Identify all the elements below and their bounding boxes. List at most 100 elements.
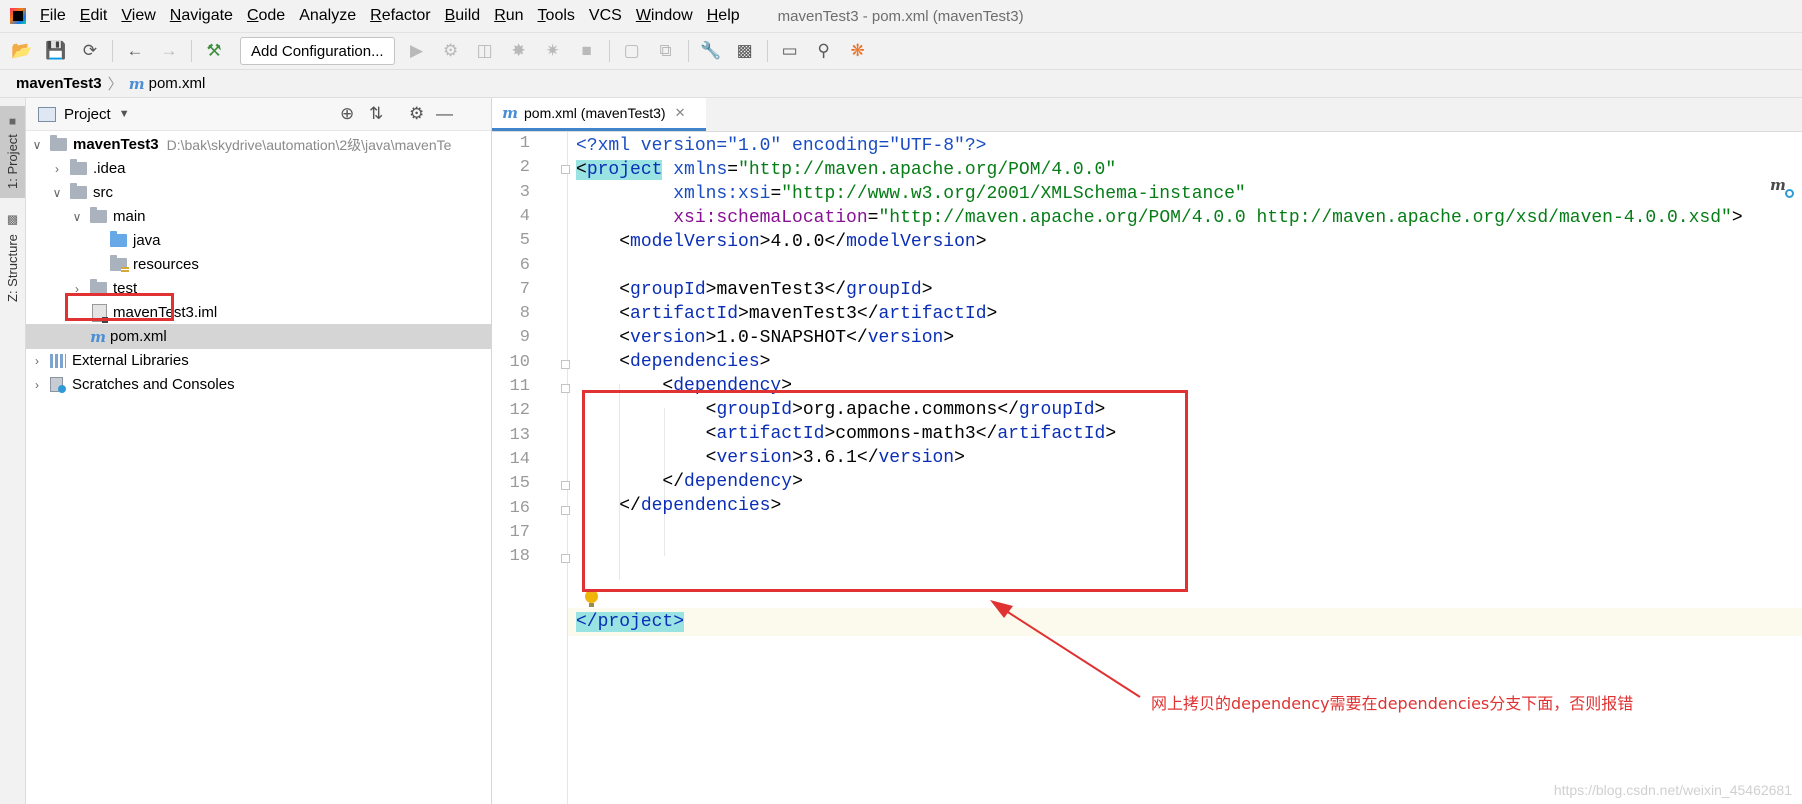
- tag-name: version: [878, 448, 955, 468]
- menu-item-code[interactable]: Code: [247, 7, 285, 25]
- collapse-all-icon[interactable]: ⇅: [369, 104, 383, 124]
- menu-item-run[interactable]: Run: [494, 7, 523, 25]
- settings-wrench-icon[interactable]: 🔧: [699, 39, 723, 63]
- chevron-right-icon[interactable]: ›: [50, 162, 64, 176]
- save-icon[interactable]: 💾: [44, 39, 68, 63]
- structure-tool-window-button[interactable]: Z: Structure ▩: [0, 208, 25, 308]
- tag-value: 3.6.1: [802, 448, 857, 468]
- menu-item-file[interactable]: File: [40, 7, 66, 25]
- search-icon[interactable]: ⚲: [812, 39, 836, 63]
- folder-icon: [90, 279, 107, 295]
- chevron-down-icon[interactable]: ∨: [50, 186, 64, 200]
- tree-item-pom[interactable]: m pom.xml: [26, 324, 491, 349]
- menu-item-navigate[interactable]: Navigate: [170, 7, 233, 25]
- attr-value: "http://maven.apache.org/POM/4.0.0": [738, 160, 1117, 180]
- lightbulb-icon[interactable]: [585, 590, 598, 603]
- back-arrow-icon[interactable]: ←: [123, 39, 147, 63]
- run-icon[interactable]: ▶: [405, 39, 429, 63]
- menu-item-vcs[interactable]: VCS: [589, 7, 622, 25]
- tree-item-label: mavenTest3.iml: [113, 304, 218, 321]
- plugin-icon[interactable]: ❋: [846, 39, 870, 63]
- tag-value: commons-math3: [835, 424, 976, 444]
- tag-name: groupId: [630, 280, 706, 300]
- project-tool-window-button[interactable]: 1: Project ■: [0, 106, 25, 198]
- project-structure-icon[interactable]: ▩: [733, 39, 757, 63]
- tree-item-idea[interactable]: › .idea: [26, 156, 491, 181]
- chevron-right-icon[interactable]: ›: [30, 378, 44, 392]
- tree-item-java[interactable]: java: [26, 228, 491, 253]
- tag-name: dependencies: [630, 352, 760, 372]
- tree-item-main[interactable]: ∨ main: [26, 204, 491, 229]
- menu-item-view[interactable]: View: [121, 7, 155, 25]
- breadcrumb-project[interactable]: mavenTest3: [16, 75, 102, 92]
- attr-name: xmlns: [673, 160, 728, 180]
- forward-arrow-icon[interactable]: →: [157, 39, 181, 63]
- tree-item-src[interactable]: ∨ src: [26, 180, 491, 205]
- maven-file-icon: m: [502, 104, 518, 122]
- toolbar-separator: [112, 40, 113, 62]
- tree-item-mavenTest3[interactable]: ∨ mavenTest3 D:\bak\skydrive\automation\…: [26, 132, 491, 157]
- tag-name: artifactId: [997, 424, 1106, 444]
- tree-item-scratches[interactable]: › Scratches and Consoles: [26, 372, 491, 397]
- maven-file-icon: m: [128, 74, 145, 93]
- structure-tool-label: Z: Structure: [5, 234, 20, 302]
- stop-icon[interactable]: ■: [575, 39, 599, 63]
- tree-item-label: resources: [133, 256, 199, 273]
- concurrency-icon[interactable]: ✷: [541, 39, 565, 63]
- build-hammer-icon[interactable]: ⚒: [202, 39, 226, 63]
- chevron-right-icon[interactable]: ›: [30, 354, 44, 368]
- terminal-icon[interactable]: ▭: [778, 39, 802, 63]
- chevron-down-icon[interactable]: ∨: [70, 210, 84, 224]
- menu-item-help[interactable]: Help: [707, 7, 740, 25]
- menu-item-build[interactable]: Build: [445, 7, 481, 25]
- tab-pom-xml[interactable]: m pom.xml (mavenTest3) ✕: [492, 98, 706, 131]
- project-panel-title[interactable]: Project: [64, 106, 111, 123]
- code-line-18: </project>: [576, 608, 685, 636]
- chevron-right-icon[interactable]: ›: [70, 282, 84, 296]
- line-number: 7: [519, 279, 530, 299]
- chevron-down-icon[interactable]: ∨: [30, 138, 44, 152]
- menu-item-edit[interactable]: Edit: [80, 7, 108, 25]
- line-number: 12: [509, 401, 530, 421]
- tree-item-iml[interactable]: mavenTest3.iml: [26, 300, 491, 325]
- gear-icon[interactable]: ⚙: [409, 104, 424, 124]
- attr-value: "http://www.w3.org/2001/XMLSchema-instan…: [781, 184, 1246, 204]
- sync-icon[interactable]: ⟳: [78, 39, 102, 63]
- breadcrumb-file[interactable]: pom.xml: [149, 75, 206, 92]
- tree-item-label: mavenTest3: [73, 136, 159, 153]
- tree-item-label: java: [133, 232, 161, 249]
- open-folder-icon[interactable]: 📂: [10, 39, 34, 63]
- close-icon[interactable]: ✕: [675, 105, 686, 121]
- minimize-icon[interactable]: —: [436, 104, 453, 124]
- update-icon[interactable]: ⧉: [654, 39, 678, 63]
- debug-icon[interactable]: ⚙: [439, 39, 463, 63]
- tree-item-resources[interactable]: resources: [26, 252, 491, 277]
- annotation-note: 网上拷贝的dependency需要在dependencies分支下面，否则报错: [1151, 694, 1634, 713]
- profile-icon[interactable]: ✸: [507, 39, 531, 63]
- add-configuration-button[interactable]: Add Configuration...: [240, 37, 395, 65]
- line-number: 4: [519, 206, 530, 226]
- menu-item-window[interactable]: Window: [636, 7, 693, 25]
- attr-name: xmlns:xsi: [673, 184, 771, 204]
- tag-name: groupId: [1018, 400, 1095, 420]
- lightbulb-base: [589, 603, 594, 607]
- tree-item-test[interactable]: › test: [26, 276, 491, 301]
- tree-item-label: src: [93, 184, 113, 201]
- menu-item-analyze[interactable]: Analyze: [299, 7, 356, 25]
- tree-item-label: test: [113, 280, 138, 297]
- scratch-icon: [50, 376, 66, 393]
- tree-item-external-libraries[interactable]: › External Libraries: [26, 348, 491, 373]
- menu-item-refactor[interactable]: Refactor: [370, 7, 430, 25]
- attach-icon[interactable]: ▢: [620, 39, 644, 63]
- left-tool-strip: 1: Project ■ Z: Structure ▩: [0, 98, 26, 804]
- line-number: 5: [519, 231, 530, 251]
- coverage-icon[interactable]: ◫: [473, 39, 497, 63]
- line-number: 9: [519, 328, 530, 348]
- chevron-down-icon[interactable]: ▼: [119, 108, 130, 120]
- menu-item-tools[interactable]: Tools: [538, 7, 575, 25]
- tag-name: dependencies: [640, 496, 771, 516]
- folder-icon: [90, 207, 107, 223]
- locate-target-icon[interactable]: ⊕: [340, 104, 354, 124]
- maven-reload-icon[interactable]: m: [1770, 176, 1794, 198]
- tree-item-label: main: [113, 208, 146, 225]
